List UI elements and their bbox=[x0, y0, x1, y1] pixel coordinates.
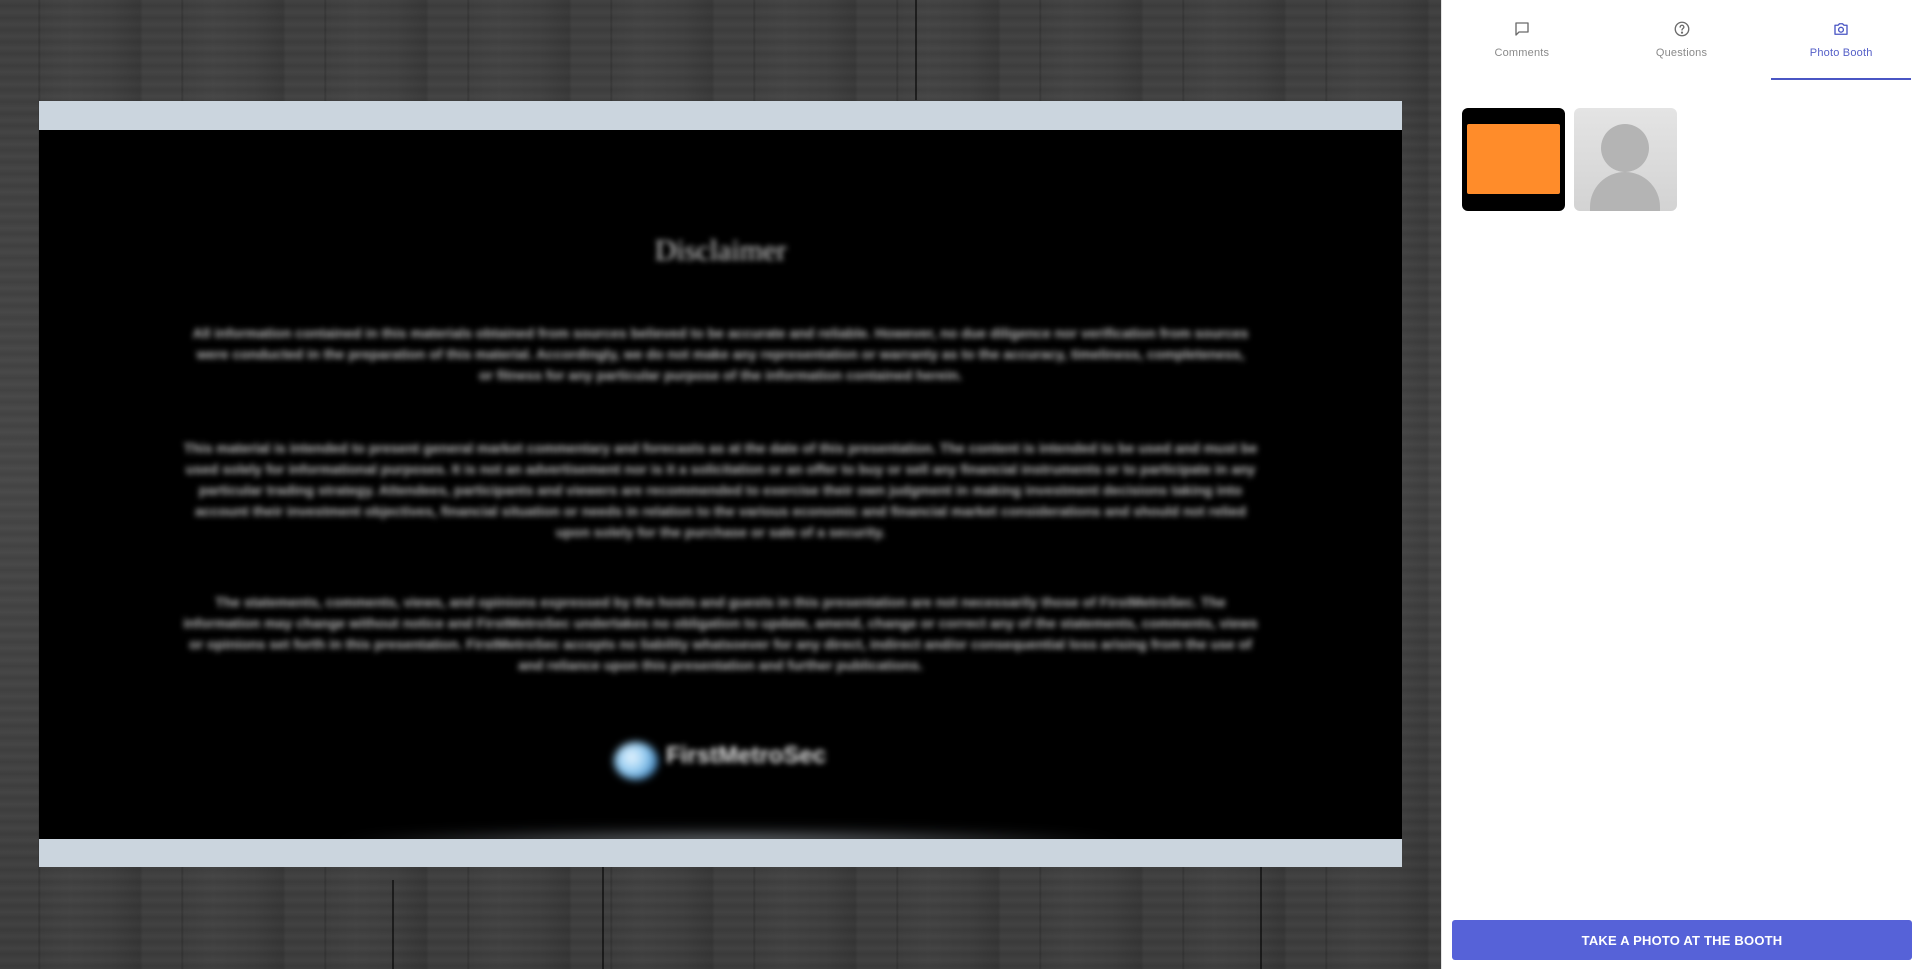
tab-comments[interactable]: Comments bbox=[1442, 0, 1602, 80]
camera-icon bbox=[1832, 20, 1850, 38]
slide-paragraph: All information contained in this materi… bbox=[192, 325, 1249, 383]
take-photo-button[interactable]: TAKE A PHOTO AT THE BOOTH bbox=[1452, 920, 1912, 960]
wood-seam bbox=[392, 880, 394, 969]
side-panel: Comments Questions Photo Booth TAKE A PH… bbox=[1441, 0, 1920, 969]
photo-thumbnail[interactable] bbox=[1574, 108, 1677, 211]
wood-seam bbox=[915, 0, 917, 100]
company-logo: FirstMetroSec bbox=[614, 740, 834, 786]
tab-label: Questions bbox=[1655, 47, 1708, 59]
wood-seam bbox=[1260, 867, 1262, 969]
wood-seam bbox=[602, 867, 604, 969]
slide-snapshot-image bbox=[1467, 124, 1560, 194]
presentation-stage: Disclaimer All information contained in … bbox=[0, 0, 1441, 969]
avatar-placeholder-body bbox=[1590, 172, 1660, 211]
globe-logo-icon bbox=[614, 742, 658, 780]
blurred-slide-text: Disclaimer All information contained in … bbox=[39, 130, 1402, 839]
tab-label: Comments bbox=[1494, 47, 1550, 59]
logo-text: FirstMetroSec bbox=[666, 742, 827, 769]
slide-paragraph: This material is intended to present gen… bbox=[183, 440, 1258, 540]
presentation-slide: Disclaimer All information contained in … bbox=[39, 101, 1402, 867]
slide-title: Disclaimer bbox=[654, 234, 787, 267]
comment-icon bbox=[1513, 20, 1531, 38]
question-icon bbox=[1673, 20, 1691, 38]
avatar-placeholder-icon bbox=[1601, 124, 1649, 172]
tab-label: Photo Booth bbox=[1809, 47, 1873, 59]
tab-questions[interactable]: Questions bbox=[1602, 0, 1762, 80]
tab-photo-booth[interactable]: Photo Booth bbox=[1761, 0, 1920, 80]
photo-thumbnail[interactable] bbox=[1462, 108, 1565, 211]
panel-tabs: Comments Questions Photo Booth bbox=[1442, 0, 1920, 80]
photo-gallery bbox=[1462, 108, 1677, 211]
slide-content: Disclaimer All information contained in … bbox=[39, 130, 1402, 839]
slide-paragraph: The statements, comments, views, and opi… bbox=[183, 594, 1258, 673]
